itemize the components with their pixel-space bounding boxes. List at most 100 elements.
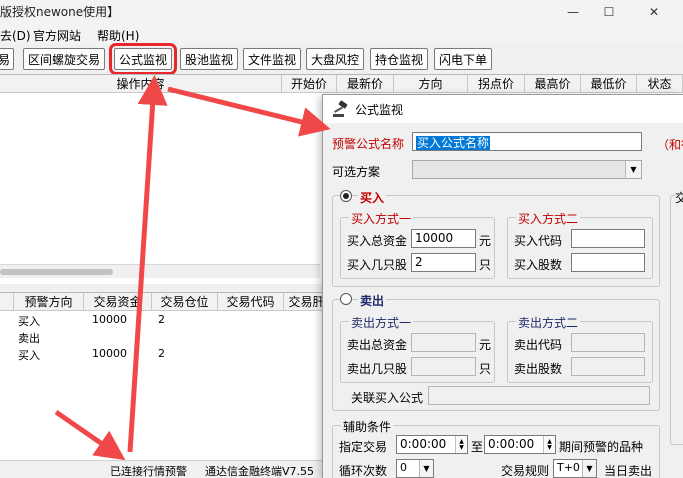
time-to-spinner[interactable]: ▲ ▼ (543, 436, 555, 453)
toolbar-button-trade[interactable]: 易 (0, 48, 14, 70)
sell-shares-input[interactable] (411, 357, 476, 376)
col-header-turn-price[interactable]: 拐点价 (468, 75, 525, 93)
chevron-down-icon[interactable]: ▼ (625, 161, 641, 178)
time-from-input[interactable]: 0:00:00 ▲ ▼ (396, 435, 468, 454)
row1-position: 2 (158, 313, 165, 326)
col-header-trade-code[interactable]: 交易代码 (218, 293, 284, 311)
trade-rule-value: T+0 (557, 461, 580, 474)
col-header-direction[interactable]: 方向 (394, 75, 468, 93)
sell-zhi-unit: 只 (479, 362, 492, 376)
menu-item-website[interactable]: 官方网站 (33, 27, 81, 44)
toolbar-button-spiral-trade[interactable]: 区间螺旋交易 (23, 48, 105, 70)
sell-radio[interactable] (340, 293, 352, 305)
col-header-trade-position[interactable]: 交易仓位 (152, 293, 218, 311)
toolbar: 易 区间螺旋交易 公式监视 股池监视 文件监视 大盘风控 持仓监视 闪电下单 (0, 43, 683, 75)
col-header-trade-funds[interactable]: 交易资金 (84, 293, 152, 311)
sell-total-funds-label: 卖出总资金 (347, 338, 408, 352)
window-title: 版授权newone使用】 (0, 5, 120, 19)
right-note: （和行 (657, 138, 683, 152)
buy-radio[interactable] (340, 190, 352, 202)
row3-funds: 10000 (92, 347, 127, 360)
sell-today-label: 当日卖出 (604, 464, 653, 478)
sell-count-input[interactable] (571, 357, 645, 376)
menu-item-d[interactable]: 去(D) (0, 27, 31, 44)
horizontal-scrollbar[interactable] (0, 264, 320, 278)
col-header-start-price[interactable]: 开始价 (282, 75, 337, 93)
close-button[interactable]: ✕ (632, 0, 676, 24)
col-header-operation[interactable]: 操作内容 (0, 75, 282, 93)
col-header-alert-direction[interactable]: 预警方向 (14, 293, 84, 311)
trade-rule-label: 交易规则 (501, 464, 550, 478)
gavel-icon (333, 100, 348, 117)
buy-mode2-title: 买入方式二 (516, 210, 581, 227)
minimize-icon: — (567, 5, 579, 19)
buy-count-label: 买入股数 (514, 258, 563, 272)
row1-direction: 买入 (18, 315, 40, 328)
aux-title: 辅助条件 (341, 418, 394, 435)
buy-mode1-title: 买入方式一 (349, 210, 414, 227)
row3-position: 2 (158, 347, 165, 360)
status-terminal: 通达信金融终端V7.55 (205, 465, 315, 478)
row3-direction: 买入 (18, 349, 40, 362)
to-label: 至 (471, 440, 484, 454)
related-buy-formula-label: 关联买入公式 (351, 391, 424, 405)
trade-time-label: 指定交易 (339, 440, 388, 454)
buy-total-funds-label: 买入总资金 (347, 234, 408, 248)
col-header-status[interactable]: 状态 (637, 75, 683, 93)
buy-label: 买入 (358, 189, 387, 206)
sell-yuan-unit: 元 (479, 338, 492, 352)
status-connected: 已连接行情预警 (110, 465, 187, 478)
scheme-select[interactable]: ▼ (412, 160, 642, 179)
toolbar-button-formula-monitor[interactable]: 公式监视 (109, 43, 177, 75)
buy-count-input[interactable] (571, 253, 645, 272)
time-from-value: 0:00:00 (400, 437, 447, 451)
formula-name-label: 预警公式名称 (332, 137, 405, 151)
chevron-down-icon[interactable]: ▼ (419, 460, 433, 477)
time-from-spinner[interactable]: ▲ ▼ (455, 436, 467, 453)
related-buy-formula-input[interactable] (428, 386, 650, 405)
close-icon: ✕ (648, 5, 660, 19)
toolbar-button-market-risk[interactable]: 大盘风控 (306, 48, 364, 70)
menu-bar: 去(D) 官方网站 帮助(H) (0, 24, 683, 44)
buy-code-label: 买入代码 (514, 234, 563, 248)
toolbar-button-position-monitor[interactable]: 持仓监视 (370, 48, 428, 70)
period-alert-label: 期间预警的品种 (559, 440, 644, 454)
trade-rule-select[interactable]: T+0 ▼ (553, 459, 597, 478)
time-to-value: 0:00:00 (488, 437, 535, 451)
buy-shares-label: 买入几只股 (347, 258, 408, 272)
dialog-title: 公式监视 (355, 103, 404, 117)
title-bar: 版授权newone使用】 — ☐ ✕ (0, 0, 683, 24)
formula-monitor-dialog: 公式监视 预警公式名称 买入公式名称 （和行 可选方案 ▼ 买入 买入方式一 买… (322, 94, 683, 478)
buy-shares-input[interactable]: 2 (411, 253, 476, 272)
scrollbar-thumb[interactable] (0, 269, 113, 275)
maximize-button[interactable]: ☐ (587, 0, 631, 24)
maximize-icon: ☐ (603, 5, 615, 19)
col-header-latest-price[interactable]: 最新价 (337, 75, 394, 93)
chevron-down-icon[interactable]: ▼ (582, 460, 596, 477)
col-header-low-price[interactable]: 最低价 (581, 75, 637, 93)
menu-item-help[interactable]: 帮助(H) (97, 27, 139, 44)
status-bar: 已连接行情预警 通达信金融终端V7.55 (0, 460, 330, 478)
alert-grid: 预警方向 交易资金 交易仓位 交易代码 交易肝 买入 10000 2 卖出 买入… (0, 292, 330, 460)
loop-count-select[interactable]: 0 ▼ (396, 459, 434, 478)
sell-total-funds-input[interactable] (411, 333, 476, 352)
buy-code-input[interactable] (571, 229, 645, 248)
time-to-input[interactable]: 0:00:00 ▲ ▼ (484, 435, 556, 454)
formula-name-value: 买入公式名称 (416, 136, 491, 150)
toolbar-button-flash-order[interactable]: 闪电下单 (434, 48, 492, 70)
toolbar-button-pool-monitor[interactable]: 股池监视 (180, 48, 238, 70)
col-header-blank (0, 293, 14, 311)
buy-yuan-unit: 元 (479, 234, 492, 248)
col-header-high-price[interactable]: 最高价 (525, 75, 581, 93)
buy-zhi-unit: 只 (479, 258, 492, 272)
right-side-group (670, 195, 683, 445)
formula-name-input[interactable]: 买入公式名称 (412, 132, 642, 151)
right-side-label: 交 (675, 189, 683, 206)
toolbar-button-file-monitor[interactable]: 文件监视 (243, 48, 301, 70)
sell-code-input[interactable] (571, 333, 645, 352)
row1-funds: 10000 (92, 313, 127, 326)
sell-mode2-title: 卖出方式二 (516, 314, 581, 331)
buy-total-funds-input[interactable]: 10000 (411, 229, 476, 248)
sell-code-label: 卖出代码 (514, 338, 563, 352)
row2-direction: 卖出 (18, 332, 40, 345)
